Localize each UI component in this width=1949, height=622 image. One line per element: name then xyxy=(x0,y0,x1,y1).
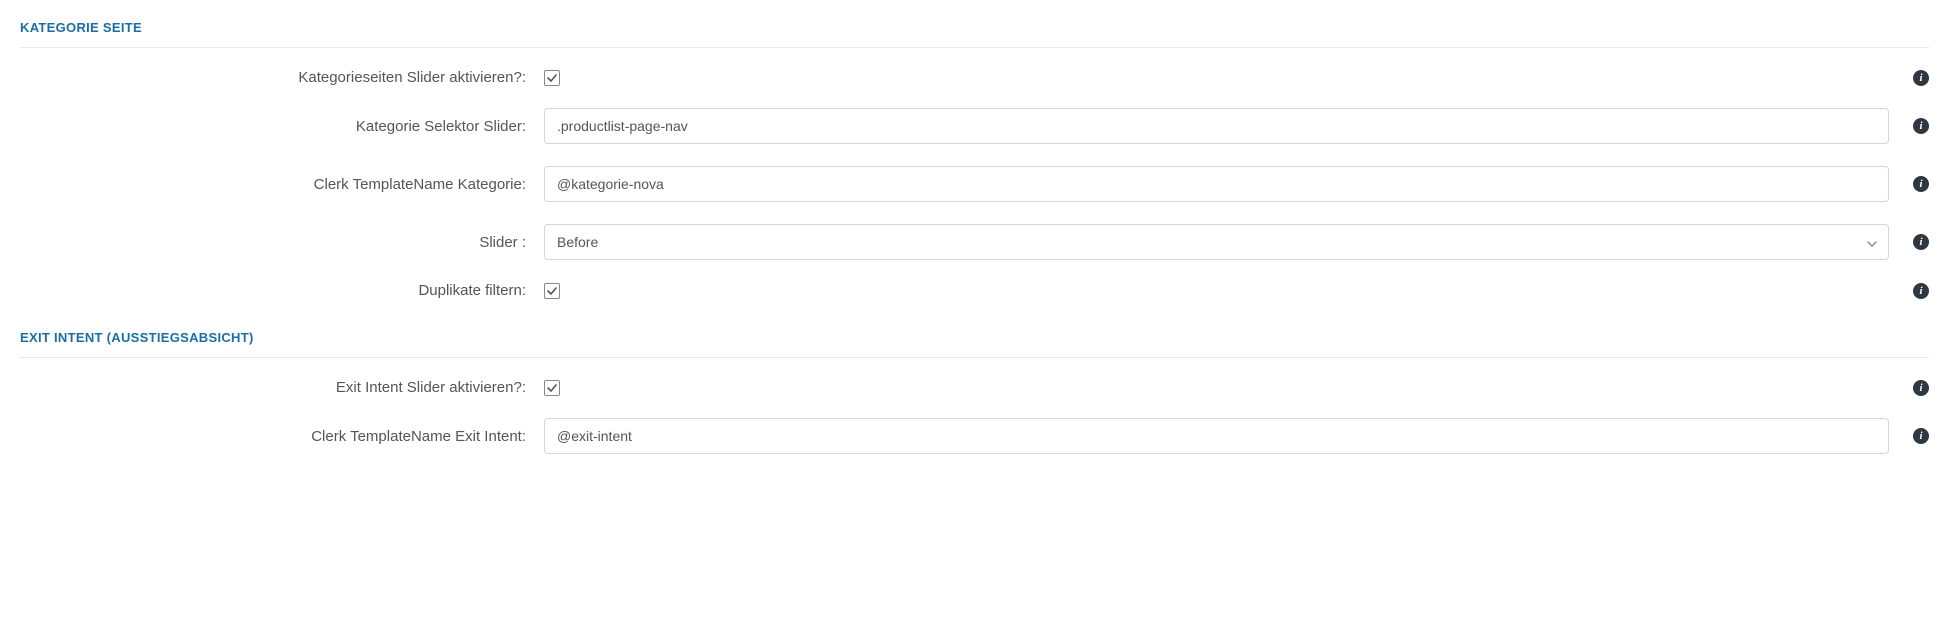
row-kategorie-dedupe: Duplikate filtern: i xyxy=(20,271,1929,310)
label-kategorie-template: Clerk TemplateName Kategorie: xyxy=(20,176,544,193)
info-icon[interactable]: i xyxy=(1913,118,1929,134)
checkbox-kategorie-activate[interactable] xyxy=(544,70,560,86)
info-icon[interactable]: i xyxy=(1913,70,1929,86)
label-exit-template: Clerk TemplateName Exit Intent: xyxy=(20,428,544,445)
input-kategorie-selector[interactable] xyxy=(544,108,1889,144)
info-icon[interactable]: i xyxy=(1913,234,1929,250)
section-title-exit: EXIT INTENT (AUSSTIEGSABSICHT) xyxy=(20,310,1929,358)
row-kategorie-activate: Kategorieseiten Slider aktivieren?: i xyxy=(20,58,1929,97)
row-kategorie-selector: Kategorie Selektor Slider: i xyxy=(20,97,1929,155)
label-kategorie-selector: Kategorie Selektor Slider: xyxy=(20,118,544,135)
input-kategorie-template[interactable] xyxy=(544,166,1889,202)
checkbox-exit-activate[interactable] xyxy=(544,380,560,396)
section-title-kategorie: KATEGORIE SEITE xyxy=(20,0,1929,48)
label-kategorie-dedupe: Duplikate filtern: xyxy=(20,282,544,299)
check-icon xyxy=(547,73,557,83)
select-kategorie-slider[interactable]: Before xyxy=(544,224,1889,260)
info-icon[interactable]: i xyxy=(1913,428,1929,444)
checkbox-kategorie-dedupe[interactable] xyxy=(544,283,560,299)
info-icon[interactable]: i xyxy=(1913,176,1929,192)
input-exit-template[interactable] xyxy=(544,418,1889,454)
row-exit-activate: Exit Intent Slider aktivieren?: i xyxy=(20,368,1929,407)
check-icon xyxy=(547,383,557,393)
label-kategorie-slider: Slider : xyxy=(20,234,544,251)
check-icon xyxy=(547,286,557,296)
info-icon[interactable]: i xyxy=(1913,283,1929,299)
row-kategorie-slider: Slider : Before i xyxy=(20,213,1929,271)
label-kategorie-activate: Kategorieseiten Slider aktivieren?: xyxy=(20,69,544,86)
row-exit-template: Clerk TemplateName Exit Intent: i xyxy=(20,407,1929,465)
info-icon[interactable]: i xyxy=(1913,380,1929,396)
label-exit-activate: Exit Intent Slider aktivieren?: xyxy=(20,379,544,396)
row-kategorie-template: Clerk TemplateName Kategorie: i xyxy=(20,155,1929,213)
